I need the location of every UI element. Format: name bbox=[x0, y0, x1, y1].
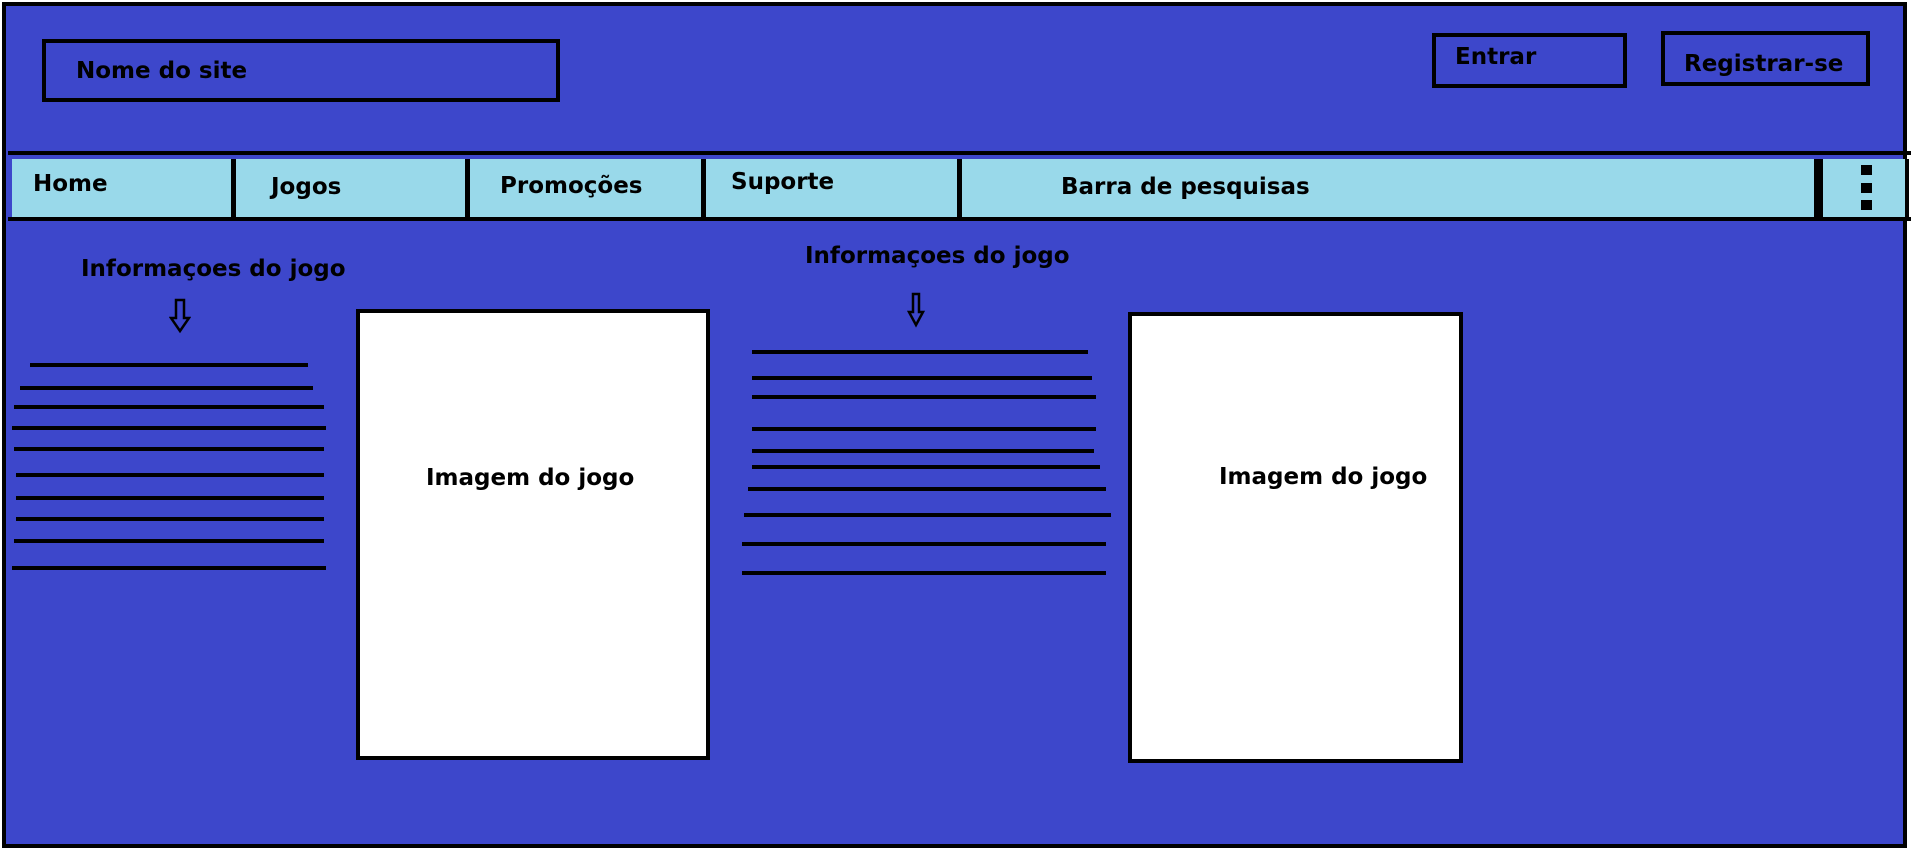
game-image[interactable]: Imagem do jogo bbox=[1128, 312, 1463, 763]
page-frame: Nome do site Entrar Registrar-se Home Jo… bbox=[2, 2, 1911, 848]
arrow-down-icon bbox=[169, 298, 191, 334]
game-image[interactable]: Imagem do jogo bbox=[356, 309, 710, 760]
nav-item-label: Suporte bbox=[731, 169, 835, 195]
game-image-label: Imagem do jogo bbox=[1219, 464, 1428, 490]
game-info-label: Informaçoes do jogo bbox=[81, 256, 346, 282]
nav-bar: Home Jogos Promoções Suporte Barra de pe… bbox=[8, 151, 1911, 221]
nav-item-jogos[interactable]: Jogos bbox=[236, 159, 470, 217]
nav-item-label: Jogos bbox=[271, 174, 342, 200]
arrow-down-icon bbox=[907, 292, 925, 328]
game-info-label: Informaçoes do jogo bbox=[805, 243, 1070, 269]
nav-item-promocoes[interactable]: Promoções bbox=[470, 159, 706, 217]
nav-item-label: Promoções bbox=[500, 173, 643, 199]
register-button-label: Registrar-se bbox=[1684, 51, 1844, 77]
game-image-label: Imagem do jogo bbox=[426, 465, 635, 491]
nav-item-suporte[interactable]: Suporte bbox=[706, 159, 962, 217]
search-bar-label: Barra de pesquisas bbox=[1061, 174, 1310, 200]
menu-button[interactable] bbox=[1819, 159, 1909, 217]
login-button[interactable]: Entrar bbox=[1432, 33, 1627, 88]
nav-item-home[interactable]: Home bbox=[12, 159, 236, 217]
site-name-box[interactable]: Nome do site bbox=[42, 39, 560, 102]
login-button-label: Entrar bbox=[1455, 44, 1537, 70]
site-name: Nome do site bbox=[76, 58, 248, 84]
register-button[interactable]: Registrar-se bbox=[1661, 31, 1870, 86]
search-bar[interactable]: Barra de pesquisas bbox=[962, 159, 1819, 217]
nav-item-label: Home bbox=[33, 171, 108, 197]
